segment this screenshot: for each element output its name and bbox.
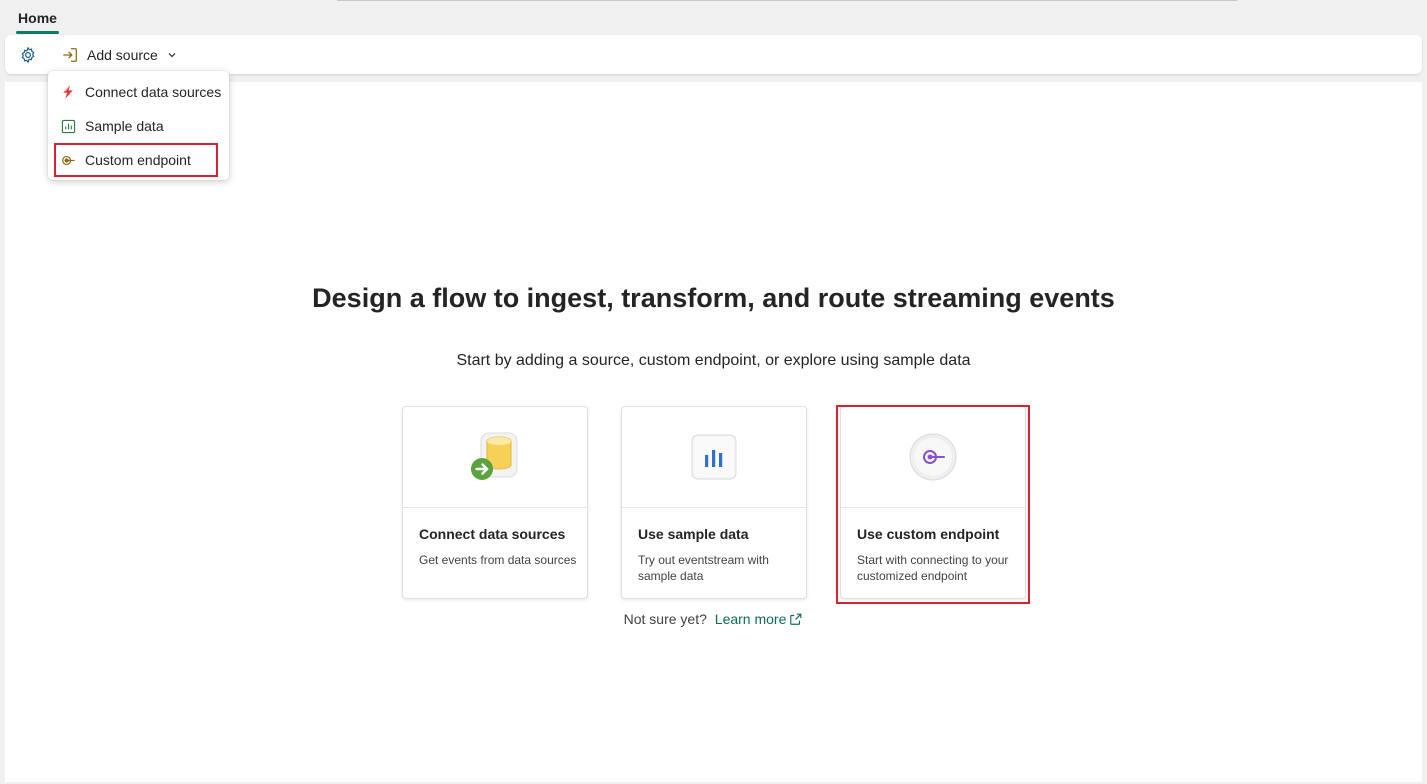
card-description: Get events from data sources xyxy=(419,553,577,567)
menu-item-label: Connect data sources xyxy=(85,84,222,100)
card-use-sample-data[interactable]: Use sample data Try out eventstream with… xyxy=(621,406,807,599)
learn-more-link[interactable]: Learn more xyxy=(715,611,804,627)
add-source-label: Add source xyxy=(87,47,158,63)
external-link-icon xyxy=(790,613,802,625)
ribbon-tabbar: Home xyxy=(0,0,1427,34)
bar-chart-icon xyxy=(691,434,737,480)
page-subtitle: Start by adding a source, custom endpoin… xyxy=(456,352,971,369)
card-illustration xyxy=(403,407,587,508)
tab-home[interactable]: Home xyxy=(16,10,59,34)
learn-more-label: Learn more xyxy=(714,611,787,627)
card-title: Connect data sources xyxy=(419,526,566,542)
menu-item-sample-data[interactable]: Sample data xyxy=(48,109,229,143)
lightning-icon xyxy=(60,84,76,100)
chart-icon xyxy=(60,118,76,134)
card-illustration xyxy=(841,407,1025,508)
not-sure-text: Not sure yet? xyxy=(623,611,707,627)
menu-item-label: Custom endpoint xyxy=(85,152,191,168)
card-title: Use sample data xyxy=(638,526,749,542)
add-source-dropdown: Connect data sources Sample data Custom … xyxy=(48,71,229,180)
page-title: Design a flow to ingest, transform, and … xyxy=(312,283,1115,313)
custom-endpoint-icon xyxy=(909,433,957,481)
toolbar: Add source xyxy=(5,35,1422,74)
card-description: Try out eventstream with sample data xyxy=(638,553,769,583)
menu-item-custom-endpoint[interactable]: Custom endpoint xyxy=(48,143,229,177)
gear-icon xyxy=(21,46,35,64)
menu-item-label: Sample data xyxy=(85,118,164,134)
tab-home-label: Home xyxy=(18,10,57,26)
endpoint-icon xyxy=(60,152,76,168)
card-illustration xyxy=(622,407,806,508)
add-source-button[interactable]: Add source xyxy=(57,41,187,69)
menu-item-connect-data-sources[interactable]: Connect data sources xyxy=(48,75,229,109)
sign-in-icon xyxy=(63,48,77,62)
chevron-down-icon xyxy=(168,53,176,58)
settings-button[interactable] xyxy=(17,44,39,66)
card-description: Start with connecting to your customized… xyxy=(857,553,1009,583)
database-arrow-icon xyxy=(471,432,518,480)
help-line: Not sure yet? Learn more xyxy=(0,611,1427,627)
card-title: Use custom endpoint xyxy=(857,526,1000,542)
card-connect-data-sources[interactable]: Connect data sources Get events from dat… xyxy=(402,406,588,599)
tab-home-underline xyxy=(16,31,59,34)
card-use-custom-endpoint[interactable]: Use custom endpoint Start with connectin… xyxy=(840,406,1026,599)
